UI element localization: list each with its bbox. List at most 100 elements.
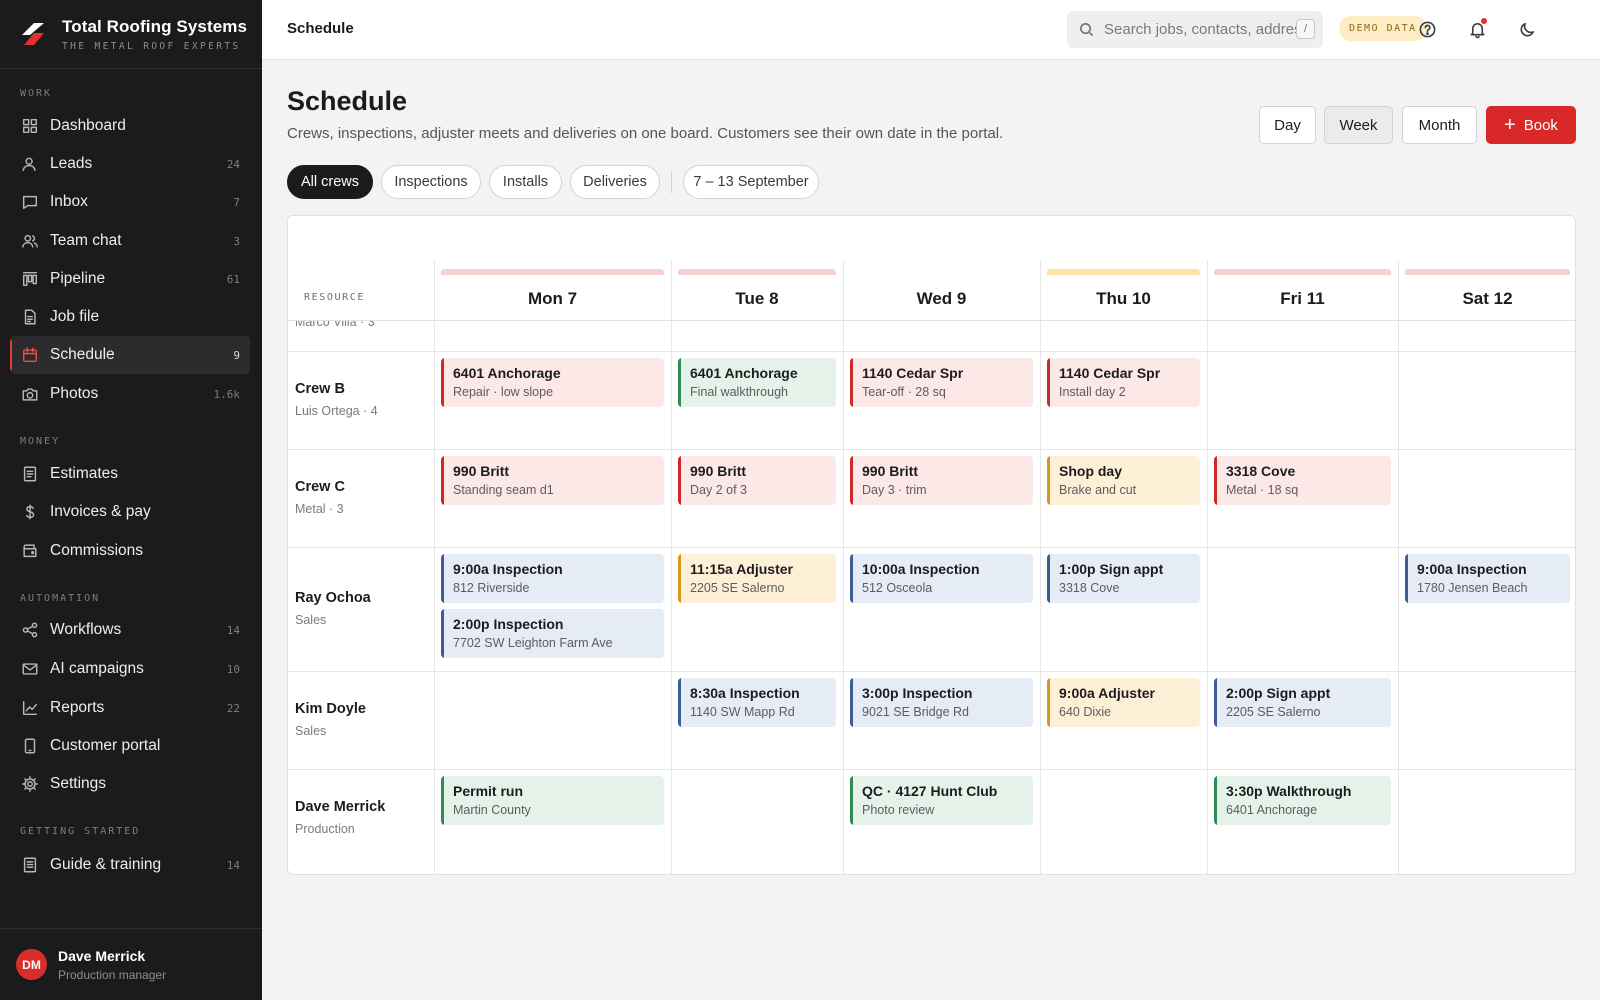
sidebar-item-job-file[interactable]: Job file (10, 298, 250, 336)
book-button[interactable]: + Book (1486, 106, 1576, 144)
resource-name[interactable]: Crew B (295, 381, 345, 397)
sidebar-item-pipeline[interactable]: Pipeline 61 (10, 260, 250, 298)
chat-bubble-icon (21, 193, 39, 211)
filter-inspections[interactable]: Inspections (381, 165, 481, 199)
sidebar-item-schedule[interactable]: Schedule 9 (10, 336, 250, 374)
filter-deliveries[interactable]: Deliveries (570, 165, 660, 199)
gear-icon (21, 775, 39, 793)
schedule-event[interactable]: 6401 Anchorage Repair · low slope (441, 358, 664, 407)
sidebar-item-label: Workflows (50, 621, 122, 638)
notifications-button[interactable] (1465, 17, 1489, 41)
day-header[interactable]: Thu 10 (1040, 289, 1207, 309)
sidebar-item-reports[interactable]: Reports 22 (10, 689, 250, 727)
day-header[interactable]: Mon 7 (434, 289, 671, 309)
event-detail: 7702 SW Leighton Farm Ave (453, 636, 613, 650)
sidebar-item-settings[interactable]: Settings (10, 765, 250, 803)
search-input[interactable] (1104, 21, 1300, 38)
schedule-event[interactable]: 9:00a Inspection 1780 Jensen Beach (1405, 554, 1570, 603)
day-load-bar (1047, 269, 1200, 275)
schedule-event[interactable]: 3:00p Inspection 9021 SE Bridge Rd (850, 678, 1033, 727)
schedule-event[interactable]: 1140 Cedar Spr Install day 2 (1047, 358, 1200, 407)
plus-icon: + (1504, 114, 1516, 136)
view-week-button[interactable]: Week (1324, 106, 1393, 144)
event-detail: 640 Dixie (1059, 705, 1112, 719)
user-role: Production manager (58, 967, 167, 982)
sidebar-item-estimates[interactable]: Estimates (10, 455, 250, 493)
schedule-event[interactable]: 9:00a Adjuster 640 Dixie (1047, 678, 1200, 727)
event-title: 990 Britt (453, 463, 510, 479)
search-box[interactable]: / (1067, 11, 1323, 48)
schedule-event[interactable]: 2:00p Sign appt 2205 SE Salerno (1214, 678, 1391, 727)
schedule-event[interactable]: QC · 4127 Hunt Club Photo review (850, 776, 1033, 825)
event-detail: 2205 SE Salerno (1226, 705, 1321, 719)
day-header[interactable]: Sat 12 (1398, 289, 1575, 309)
day-header[interactable]: Fri 11 (1207, 289, 1398, 309)
view-day-button[interactable]: Day (1259, 106, 1316, 144)
sidebar-item-dashboard[interactable]: Dashboard (10, 107, 250, 145)
resource-name[interactable]: Crew C (295, 479, 345, 495)
sidebar-item-workflows[interactable]: Workflows 14 (10, 611, 250, 649)
sidebar-item-team-chat[interactable]: Team chat 3 (10, 222, 250, 260)
sidebar-item-ai-campaigns[interactable]: AI campaigns 10 (10, 650, 250, 688)
schedule-event[interactable]: Shop day Brake and cut (1047, 456, 1200, 505)
schedule-event[interactable]: 1:00p Sign appt 3318 Cove (1047, 554, 1200, 603)
schedule-event[interactable]: 3318 Cove Metal · 18 sq (1214, 456, 1391, 505)
resource-name[interactable]: Dave Merrick (295, 799, 385, 815)
event-title: 1140 Cedar Spr (1059, 365, 1161, 381)
event-detail: Metal · 18 sq (1226, 483, 1299, 497)
column-divider (1398, 261, 1399, 321)
schedule-event[interactable]: 2:00p Inspection 7702 SW Leighton Farm Av… (441, 609, 664, 658)
brand[interactable]: Total Roofing Systems THE METAL ROOF EXP… (0, 0, 262, 69)
filter-all-crews[interactable]: All crews (287, 165, 373, 199)
filter-installs[interactable]: Installs (489, 165, 562, 199)
sidebar-item-count: 3 (233, 234, 240, 248)
sidebar-item-customer-portal[interactable]: Customer portal (10, 727, 250, 765)
event-detail: Install day 2 (1059, 385, 1126, 399)
sidebar-item-guide-training[interactable]: Guide & training 14 (10, 846, 250, 884)
day-header[interactable]: Wed 9 (843, 289, 1040, 309)
day-header[interactable]: Tue 8 (671, 289, 843, 309)
event-title: 990 Britt (862, 463, 919, 479)
event-title: 9:00a Inspection (453, 561, 563, 577)
event-title: 990 Britt (690, 463, 747, 479)
row-divider (288, 449, 1575, 450)
camera-icon (21, 385, 39, 403)
schedule-event[interactable]: 8:30a Inspection 1140 SW Mapp Rd (678, 678, 836, 727)
schedule-event[interactable]: 9:00a Inspection 812 Riverside (441, 554, 664, 603)
schedule-event[interactable]: 3:30p Walkthrough 6401 Anchorage (1214, 776, 1391, 825)
event-detail: 1780 Jensen Beach (1417, 581, 1528, 595)
sidebar-item-inbox[interactable]: Inbox 7 (10, 183, 250, 221)
schedule-event[interactable]: 1140 Cedar Spr Tear-off · 28 sq (850, 358, 1033, 407)
view-month-button[interactable]: Month (1402, 106, 1477, 144)
date-range-picker[interactable]: 7 – 13 September (683, 165, 819, 199)
schedule-event[interactable]: 6401 Anchorage Final walkthrough (678, 358, 836, 407)
schedule-event[interactable]: Permit run Martin County (441, 776, 664, 825)
phone-icon (21, 737, 39, 755)
resource-sub: Sales (295, 724, 327, 738)
event-detail: 812 Riverside (453, 581, 530, 595)
resource-name[interactable]: Kim Doyle (295, 701, 366, 717)
help-button[interactable] (1415, 17, 1439, 41)
theme-toggle-button[interactable] (1515, 17, 1539, 41)
schedule-event[interactable]: 10:00a Inspection 512 Osceola (850, 554, 1033, 603)
dashboard-icon (21, 117, 39, 135)
user-name: Dave Merrick (58, 947, 146, 964)
user-icon (21, 155, 39, 173)
schedule-event[interactable]: 990 Britt Day 2 of 3 (678, 456, 836, 505)
schedule-event[interactable]: 990 Britt Day 3 · trim (850, 456, 1033, 505)
schedule-board: RESOURCE Mon 7 Tue 8 Wed 9 Thu 10 Fri 11 Sat … (287, 215, 1576, 875)
resource-sub: Metal · 3 (295, 502, 344, 516)
sidebar-item-invoices-pay[interactable]: Invoices & pay (10, 493, 250, 531)
sidebar-item-leads[interactable]: Leads 24 (10, 145, 250, 183)
event-title: 2:00p Inspection (453, 616, 564, 632)
sidebar-item-photos[interactable]: Photos 1.6k (10, 375, 250, 413)
resource-name[interactable]: Ray Ochoa (295, 590, 371, 606)
section-label-money: MONEY (20, 436, 61, 447)
event-detail: Martin County (453, 803, 531, 817)
sidebar-item-commissions[interactable]: Commissions (10, 532, 250, 570)
schedule-event[interactable]: 990 Britt Standing seam d1 (441, 456, 664, 505)
user-profile[interactable]: DM Dave Merrick Production manager (0, 928, 262, 1000)
line-chart-icon (21, 699, 39, 717)
schedule-event[interactable]: 11:15a Adjuster 2205 SE Salerno (678, 554, 836, 603)
event-title: 11:15a Adjuster (690, 561, 793, 577)
